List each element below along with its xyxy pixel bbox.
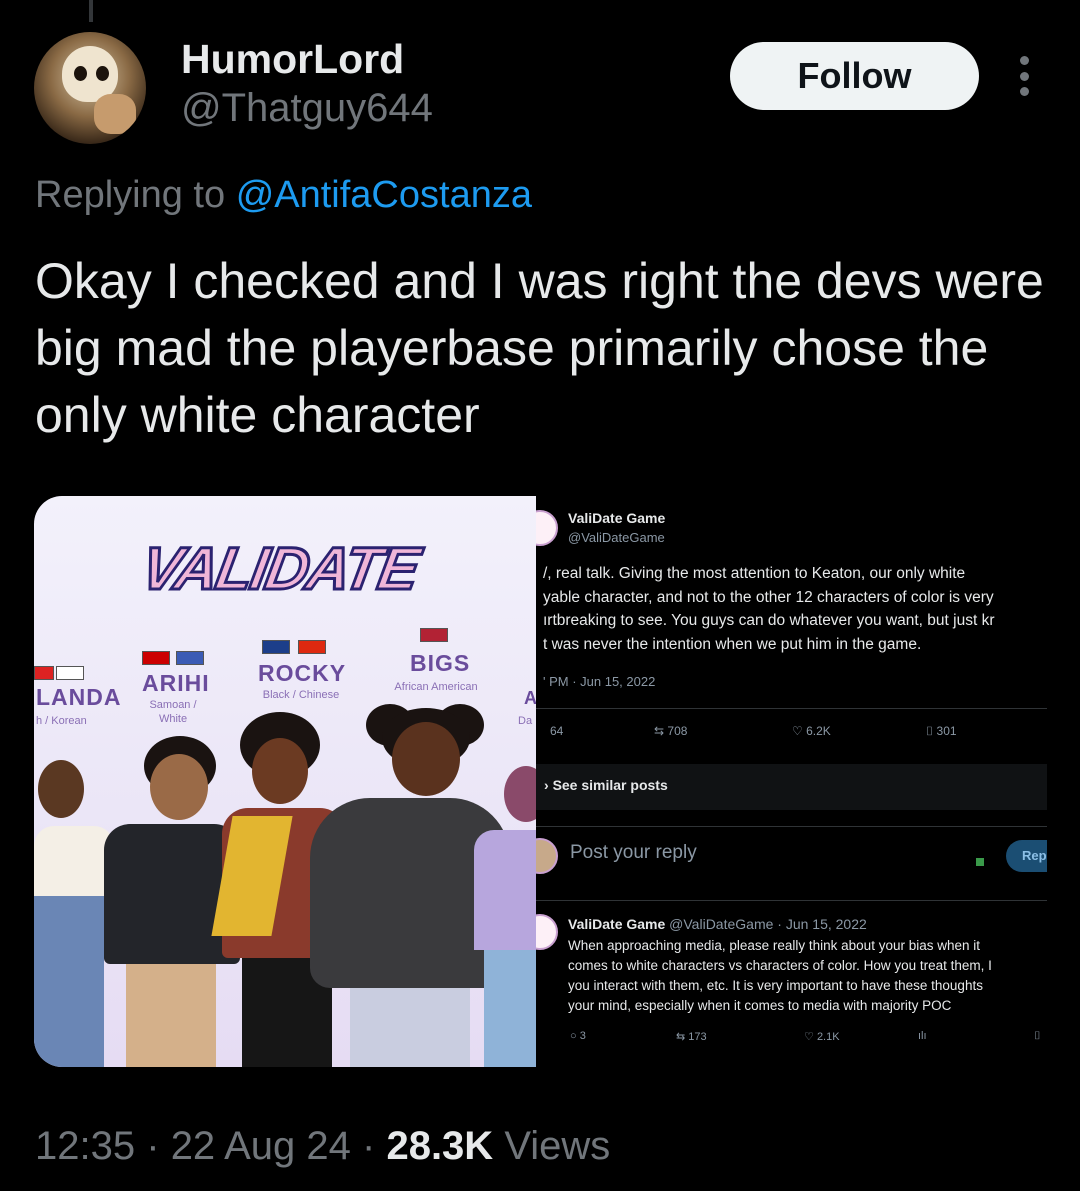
embedded-reply-line: comes to white characters vs characters … <box>568 958 992 973</box>
author-name[interactable]: HumorLord <box>181 36 404 83</box>
flag-icon <box>176 651 204 665</box>
character-name: LANDA <box>36 684 122 710</box>
bookmark-icon: ⌷ <box>1034 1030 1041 1042</box>
embedded-repost-count: 708 <box>667 724 688 738</box>
character-name-partial: A <box>524 688 536 708</box>
author-handle[interactable]: @Thatguy644 <box>181 86 433 131</box>
heart-icon: ♡ <box>792 724 803 738</box>
divider <box>536 708 1047 709</box>
heart-icon: ♡ <box>804 1031 814 1043</box>
author-avatar[interactable] <box>34 32 146 144</box>
embedded-reply-avatar <box>536 838 558 874</box>
embedded-post-screenshot: ValiDate Game @ValiDateGame /, real talk… <box>536 496 1047 1067</box>
embedded-text-line: ırtbreaking to see. You guys can do what… <box>543 612 995 629</box>
embedded-reply-text: When approaching media, please really th… <box>568 936 1047 1016</box>
embedded-reply-button: Rep <box>1006 840 1047 872</box>
tweet-footer: 12:35 · 22 Aug 24 · 28.3K Views <box>35 1124 610 1169</box>
flag-icon <box>142 651 170 665</box>
character-name: ARIHI <box>142 670 210 696</box>
character-origin: Black / Chinese <box>262 689 340 701</box>
embedded-author-name: ValiDate Game <box>568 510 666 526</box>
views-label: Views <box>504 1124 611 1168</box>
embedded-reply-author-name: ValiDate Game <box>568 916 666 932</box>
validate-logo: VALIDATE <box>135 534 425 604</box>
flag-icon <box>420 628 448 642</box>
character-origin: h / Korean <box>36 715 87 727</box>
embedded-reply-header: ValiDate Game @ValiDateGame · Jun 15, 20… <box>568 916 867 932</box>
embedded-avatar <box>536 510 558 546</box>
repost-icon: ⇆ <box>654 724 665 738</box>
see-similar-label: See similar posts <box>552 777 668 793</box>
embedded-reply-replies: ○ 3 <box>570 1030 586 1042</box>
character-origin: African American <box>394 681 478 693</box>
embedded-post-meta: ' PM · Jun 15, 2022 <box>543 674 656 689</box>
embedded-like-stat: ♡ 6.2K <box>792 724 831 738</box>
embedded-reply-likes: ♡ 2.1K <box>804 1030 840 1043</box>
replying-to-mention[interactable]: @AntifaCostanza <box>236 174 532 216</box>
character-origin-partial: Da <box>518 715 533 727</box>
embedded-reply-likes-count: 2.1K <box>816 1031 840 1043</box>
replying-to-line: Replying to @AntifaCostanza <box>35 174 532 217</box>
tweet-time[interactable]: 12:35 <box>35 1124 135 1168</box>
embedded-reply-count: 64 <box>550 724 564 738</box>
character-name: ROCKY <box>258 660 347 686</box>
embedded-bookmark-count: 301 <box>936 724 957 738</box>
tweet-date[interactable]: 22 Aug 24 <box>171 1124 351 1168</box>
embedded-text-line: t was never the intention when we put hi… <box>543 635 922 653</box>
separator: · <box>146 1124 160 1168</box>
embedded-reply-reposts-count: 173 <box>688 1031 707 1043</box>
embedded-post-reply-placeholder: Post your reply <box>570 842 697 863</box>
hand-graphic <box>94 94 136 134</box>
status-dot <box>976 858 984 866</box>
comment-icon: ○ <box>570 1030 577 1042</box>
embedded-reply-line: your mind, especially when it comes to m… <box>568 998 952 1013</box>
flag-icon <box>56 666 84 680</box>
embedded-reply-line: When approaching media, please really th… <box>568 938 980 953</box>
chevron-right-icon: › <box>544 777 549 793</box>
skull-eye <box>74 66 87 81</box>
embedded-post-text: /, real talk. Giving the most attention … <box>543 562 1047 656</box>
embedded-reply-reposts: ⇆ 173 <box>676 1030 707 1043</box>
replying-prefix: Replying to <box>35 174 226 216</box>
flag-icon <box>262 640 290 654</box>
tweet-text: Okay I checked and I was right the devs … <box>35 253 1044 443</box>
repost-icon: ⇆ <box>676 1031 686 1043</box>
views-count: 28.3K <box>386 1124 494 1168</box>
flag-icon <box>298 640 326 654</box>
follow-button[interactable]: Follow <box>730 42 979 110</box>
embedded-reply-replies-count: 3 <box>579 1030 586 1042</box>
embedded-bookmark-stat: ⌷ 301 <box>926 724 957 739</box>
embedded-author-handle: @ValiDateGame <box>568 530 665 545</box>
character-name: BIGS <box>410 650 471 676</box>
divider <box>536 900 1047 901</box>
embedded-reply-author-avatar <box>536 914 558 950</box>
embedded-repost-stat: ⇆ 708 <box>654 724 687 738</box>
character-origin: Samoan / White <box>149 699 197 725</box>
flag-icon <box>34 666 54 680</box>
game-artwork-image: VALIDATE LANDA h / Korean ARIHI Samoan /… <box>34 496 536 1067</box>
bookmark-icon: ⌷ <box>926 724 934 738</box>
embedded-text-line: /, real talk. Giving the most attention … <box>543 565 966 582</box>
embedded-text-line: yable character, and not to the other 12… <box>543 588 994 606</box>
thread-connector-line <box>89 0 93 22</box>
skull-eye <box>96 66 109 81</box>
divider <box>536 826 1047 827</box>
embedded-reply-line: you interact with them, etc. It is very … <box>568 978 983 993</box>
see-similar-posts: › See similar posts <box>544 777 668 793</box>
separator: · <box>362 1124 376 1168</box>
embedded-reply-handle-date: @ValiDateGame · Jun 15, 2022 <box>669 916 867 932</box>
analytics-icon: ılı <box>918 1030 927 1042</box>
tweet-media[interactable]: VALIDATE LANDA h / Korean ARIHI Samoan /… <box>34 496 1047 1067</box>
embedded-like-count: 6.2K <box>806 724 831 738</box>
character-figure-partial <box>474 766 536 1067</box>
more-options-icon[interactable] <box>1010 56 1038 96</box>
